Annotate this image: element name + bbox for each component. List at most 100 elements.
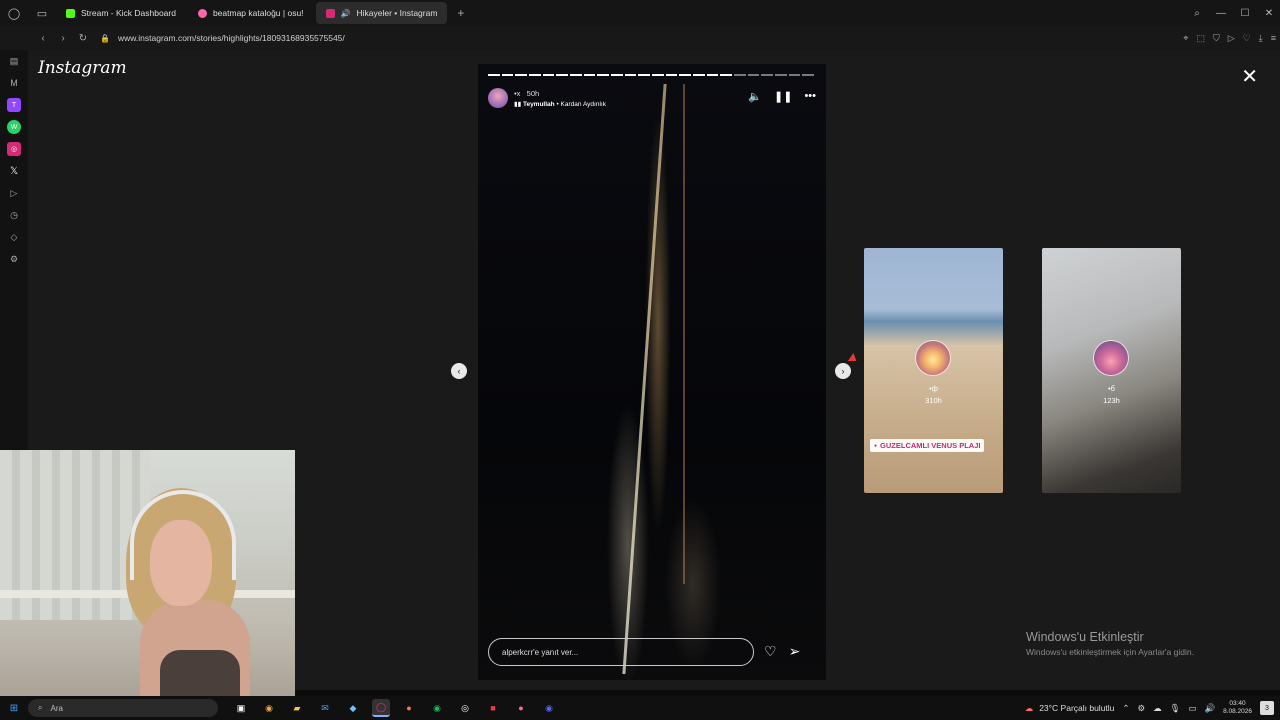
progress-segment [747,74,760,76]
avatar [915,340,951,376]
browser-sidebar: ▤ M T W ◎ 𝕏 ▷ ◷ ◇ ⚙ [0,50,28,450]
file-explorer-icon[interactable]: ▰ [288,699,306,717]
tab-osu[interactable]: beatmap kataloğu | osu! [188,2,314,24]
progress-segment [802,74,815,76]
osu-taskbar-icon[interactable]: ● [512,699,530,717]
whatsapp-icon[interactable]: W [7,120,21,134]
like-icon[interactable]: ♡ [764,643,777,660]
instagram-sidebar-icon[interactable]: ◎ [7,142,21,156]
speed-dial-icon[interactable]: ▤ [7,54,21,68]
tab-overview-icon[interactable]: ▭ [28,0,56,26]
spotify-icon[interactable]: ◉ [428,699,446,717]
avatar[interactable] [488,88,508,108]
instagram-icon [325,8,335,18]
story-preview[interactable]: •ф 310h GUZELCAMLI VENUS PLAJI [864,248,1003,493]
progress-segment [583,74,596,76]
notifications-icon[interactable]: 3 [1260,701,1274,715]
screenshot-icon[interactable]: ⬚ [1196,33,1205,44]
tab-instagram[interactable]: 🔊 Hikayeler • Instagram [315,2,448,24]
instagram-logo[interactable]: Instagram [38,58,127,78]
pause-icon[interactable]: ❚❚ [774,90,792,103]
reply-input[interactable]: alperkcrr'e yanıt ver... [488,638,754,666]
x-icon[interactable]: 𝕏 [7,164,21,178]
progress-segment [788,74,801,76]
search-tabs-icon[interactable]: ⌕ [1190,8,1204,19]
forward-icon[interactable]: › [54,33,72,44]
clock-time: 03:40 [1229,700,1246,707]
more-icon[interactable]: ••• [804,90,816,103]
clock-date: 8.08.2026 [1223,708,1252,715]
opera-gx-icon[interactable]: ◯ [372,699,390,717]
tab-title: Hikayeler • Instagram [356,8,438,18]
chrome-icon[interactable]: ◉ [260,699,278,717]
browser-menu-icon[interactable]: ◯ [0,0,28,26]
obs-icon[interactable]: ◎ [456,699,474,717]
search-label: Ara [50,703,63,713]
activation-subtitle: Windows'u etkinleştirmek için Ayarlar'a … [1026,647,1194,657]
music-icon: ▮▮ [514,100,522,108]
player-icon[interactable]: ▷ [1228,33,1235,44]
story-viewer[interactable]: •x 50h ▮▮ Teymullah • Kardan Aydınlık 🔈 … [478,64,826,680]
shield-icon[interactable]: ⛉ [1213,33,1220,44]
story-user[interactable]: •x [514,89,520,98]
weather-widget[interactable]: ☁ 23°C Parçalı bulutlu [1025,703,1115,714]
app-icon[interactable]: ● [400,699,418,717]
menu-icon[interactable]: ≡ [1271,33,1276,43]
progress-segment [611,74,623,76]
system-tray: ☁ 23°C Parçalı bulutlu ⌃ ⚙ ☁ 🎙 ▭ 🔊 03:40… [1025,696,1274,720]
heart-icon[interactable]: ♡ [1243,33,1251,44]
progress-segment [501,74,514,76]
music-artist: Teymullah [522,100,555,108]
close-story-icon[interactable]: ✕ [1241,64,1258,89]
progress-segment [488,74,500,76]
tab-title: Stream - Kick Dashboard [81,8,176,18]
tray-app-icon[interactable]: ⚙ [1138,703,1146,714]
twitch-icon[interactable]: T [7,98,21,112]
network-icon[interactable]: ▭ [1188,703,1196,714]
m-icon[interactable]: M [7,76,21,90]
progress-segment [556,74,569,76]
preview-user: •ф [929,384,938,393]
next-story-button[interactable]: › [835,363,851,379]
start-button[interactable]: ⊞ [0,703,28,714]
clock[interactable]: 03:40 8.08.2026 [1223,700,1252,716]
new-tab-button[interactable]: + [449,2,472,24]
preview-user: •б [1108,384,1115,393]
previous-story-button[interactable]: ‹ [451,363,467,379]
preview-time: 123h [1103,396,1120,405]
cloud-icon[interactable]: ☁ [1153,703,1162,714]
extensions-icon[interactable]: ◇ [7,230,21,244]
story-time: 50h [526,88,540,98]
download-icon[interactable]: ⤓ [1259,33,1263,44]
story-preview[interactable]: •б 123h [1042,248,1181,493]
story-music[interactable]: ▮▮ Teymullah • Kardan Aydınlık [514,100,606,108]
store-icon[interactable]: ◆ [344,699,362,717]
reload-icon[interactable]: ↻ [74,33,92,44]
player-sidebar-icon[interactable]: ▷ [7,186,21,200]
app-red-icon[interactable]: ■ [484,699,502,717]
minimize-icon[interactable]: — [1214,8,1228,19]
close-window-icon[interactable]: ✕ [1262,8,1276,19]
progress-segment [624,74,637,76]
pin-icon[interactable]: ⌖ [1183,33,1188,44]
progress-segment [638,74,651,76]
taskbar-search[interactable]: ⌕ Ara [28,699,218,717]
progress-segment [529,74,541,76]
task-view-icon[interactable]: ▣ [232,699,250,717]
maximize-icon[interactable]: ☐ [1238,8,1252,19]
story-image [478,64,826,680]
mic-icon[interactable]: 🎙 [1170,703,1181,714]
settings-icon[interactable]: ⚙ [7,252,21,266]
history-icon[interactable]: ◷ [7,208,21,222]
share-icon[interactable]: ➢ [789,643,801,660]
discord-icon[interactable]: ◉ [540,699,558,717]
mail-icon[interactable]: ✉ [316,699,334,717]
tray-expand-icon[interactable]: ⌃ [1122,703,1129,714]
speaker-icon: 🔊 [340,8,351,18]
url-field[interactable]: www.instagram.com/stories/highlights/180… [118,33,345,43]
back-icon[interactable]: ‹ [34,33,52,44]
volume-tray-icon[interactable]: 🔊 [1204,703,1215,714]
weather-text: 23°C Parçalı bulutlu [1039,703,1115,713]
volume-icon[interactable]: 🔈 [748,90,762,103]
tab-kick[interactable]: Stream - Kick Dashboard [56,2,186,24]
